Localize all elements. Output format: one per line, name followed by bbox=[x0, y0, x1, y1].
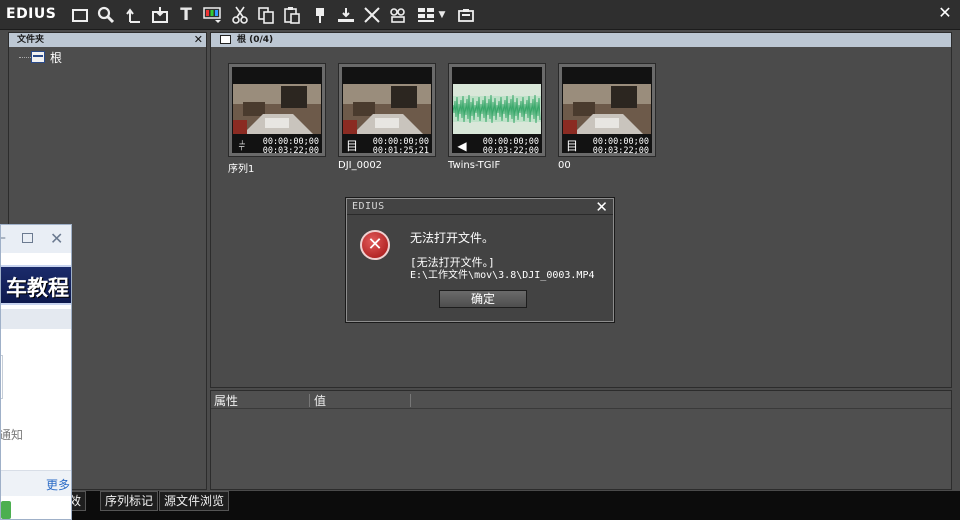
window-titlebar: – ✕ bbox=[1, 225, 71, 253]
audio-waveform bbox=[453, 84, 541, 134]
copy-icon[interactable] bbox=[256, 5, 276, 25]
sequence-icon: ⫩ bbox=[238, 139, 246, 153]
clip-name: 序列1 bbox=[228, 164, 255, 175]
tab-sequence-markers[interactable]: 序列标记 bbox=[100, 491, 159, 511]
tree-node-root[interactable]: 根 bbox=[31, 49, 64, 65]
dialog-file-path: E:\工作文件\mov\3.8\DJI_0003.MP4 bbox=[410, 270, 595, 281]
paste-icon[interactable] bbox=[282, 5, 302, 25]
title-icon[interactable]: T bbox=[176, 5, 196, 25]
clip-name: DJI_0002 bbox=[338, 160, 383, 171]
tab-source-browser[interactable]: 源文件浏览 bbox=[159, 491, 230, 511]
search-icon[interactable] bbox=[96, 5, 116, 25]
content-box bbox=[1, 355, 3, 399]
close-icon[interactable]: ✕ bbox=[50, 229, 63, 248]
new-folder-icon[interactable] bbox=[70, 5, 90, 25]
color-bars-icon[interactable] bbox=[202, 5, 222, 25]
column-divider[interactable] bbox=[309, 394, 310, 407]
capture-icon[interactable] bbox=[456, 5, 476, 25]
clip-timecode-duration: 00:03:22;00 bbox=[482, 146, 539, 156]
property-column-header[interactable]: 属性 bbox=[214, 392, 238, 409]
close-icon[interactable]: ✕ bbox=[936, 4, 954, 22]
toolbar: EDIUS T ▼ ✕ bbox=[0, 0, 960, 30]
cut-icon[interactable] bbox=[230, 5, 250, 25]
divider bbox=[347, 214, 613, 215]
banner-text: 车教程 bbox=[6, 276, 69, 300]
clip-thumbnail-frame[interactable]: 目 00:00:00;00 00:01:25;21 bbox=[338, 63, 436, 157]
video-thumbnail bbox=[233, 84, 321, 134]
clip-thumbnail-frame[interactable]: ◀ 00:00:00;00 00:03:22;00 bbox=[448, 63, 546, 157]
clip-item[interactable]: 目 00:00:00;00 00:03:22;00 00 bbox=[558, 63, 656, 171]
clip-timecode-duration: 00:01:25;21 bbox=[372, 146, 429, 156]
close-icon[interactable]: ✕ bbox=[194, 33, 203, 47]
clip-thumbnail-frame[interactable]: ⫩ 00:00:00;00 00:03:22;00 bbox=[228, 63, 326, 157]
bin-folder-icon bbox=[220, 35, 231, 44]
banner: 车教程 bbox=[1, 265, 71, 305]
overlapping-window: – ✕ 车教程 通知 更多 bbox=[0, 224, 72, 520]
clip-name: Twins-TGIF bbox=[448, 160, 501, 171]
insert-to-timeline-icon[interactable] bbox=[336, 5, 356, 25]
tree-node-label: 根 bbox=[50, 50, 63, 65]
marker-icon[interactable] bbox=[310, 5, 330, 25]
error-icon: ✕ bbox=[360, 230, 390, 260]
video-clip-icon: 目 bbox=[345, 139, 358, 153]
folder-panel-header: 文件夹 ✕ bbox=[9, 33, 206, 47]
ok-button[interactable]: 确定 bbox=[439, 290, 527, 308]
bin-folder-icon bbox=[31, 51, 45, 63]
clip-thumbnail bbox=[343, 84, 431, 134]
delete-icon[interactable] bbox=[362, 5, 382, 25]
column-divider[interactable] bbox=[410, 394, 411, 407]
clip-timecode-duration: 00:03:22;00 bbox=[592, 146, 649, 156]
clip-preview: ⫩ 00:00:00;00 00:03:22;00 bbox=[232, 67, 322, 156]
import-icon[interactable] bbox=[150, 5, 170, 25]
clip-item[interactable]: ◀ 00:00:00;00 00:03:22;00 Twins-TGIF bbox=[448, 63, 546, 171]
clip-thumbnail bbox=[563, 84, 651, 134]
maximize-icon[interactable] bbox=[22, 233, 33, 243]
error-dialog: EDIUS ✕ ✕ 无法打开文件。 [无法打开文件。] E:\工作文件\mov\… bbox=[346, 198, 614, 322]
audio-clip-icon: ◀ bbox=[457, 139, 467, 153]
app-icon[interactable] bbox=[1, 501, 11, 519]
tab-label: 序列标记 bbox=[105, 494, 154, 508]
app-title: EDIUS bbox=[6, 6, 57, 22]
video-clip-icon: 目 bbox=[565, 139, 578, 153]
clip-preview: 目 00:00:00;00 00:01:25;21 bbox=[342, 67, 432, 156]
minimize-icon[interactable]: – bbox=[1, 230, 6, 246]
clip-item[interactable]: ⫩ 00:00:00;00 00:03:22;00 序列1 bbox=[228, 63, 326, 175]
tab-label: 源文件浏览 bbox=[164, 494, 225, 508]
clip-timecode-duration: 00:03:22;00 bbox=[262, 146, 319, 156]
properties-header: 属性 值 bbox=[211, 391, 951, 409]
dialog-message: 无法打开文件。 bbox=[410, 231, 495, 245]
folder-panel-title: 文件夹 bbox=[17, 35, 45, 45]
more-link[interactable]: 更多 bbox=[46, 476, 70, 493]
value-column-header[interactable]: 值 bbox=[314, 392, 326, 409]
video-thumbnail bbox=[343, 84, 431, 134]
dropdown-icon[interactable]: ▼ bbox=[436, 5, 448, 25]
toolbar-strip bbox=[1, 309, 71, 329]
notification-label[interactable]: 通知 bbox=[1, 426, 23, 443]
properties-icon[interactable] bbox=[388, 5, 408, 25]
window-footer: 更多 bbox=[1, 470, 71, 496]
dialog-title: EDIUS bbox=[352, 201, 385, 212]
bin-header-title: 根 (0/4) bbox=[237, 35, 274, 45]
clip-preview: 目 00:00:00;00 00:03:22;00 bbox=[562, 67, 652, 156]
properties-panel: 属性 值 bbox=[210, 390, 952, 490]
clip-preview: ◀ 00:00:00;00 00:03:22;00 bbox=[452, 67, 542, 156]
view-mode-icon[interactable] bbox=[416, 5, 436, 25]
clip-thumbnail bbox=[233, 84, 321, 134]
bin-header: 根 (0/4) bbox=[211, 33, 951, 47]
up-folder-icon[interactable] bbox=[124, 5, 144, 25]
bottom-tab-bar: 效 序列标记 源文件浏览 bbox=[0, 491, 960, 520]
clip-name: 00 bbox=[558, 160, 571, 171]
video-thumbnail bbox=[563, 84, 651, 134]
clip-thumbnail-frame[interactable]: 目 00:00:00;00 00:03:22;00 bbox=[558, 63, 656, 157]
clip-thumbnail bbox=[453, 84, 541, 134]
clip-item[interactable]: 目 00:00:00;00 00:01:25;21 DJI_0002 bbox=[338, 63, 436, 171]
